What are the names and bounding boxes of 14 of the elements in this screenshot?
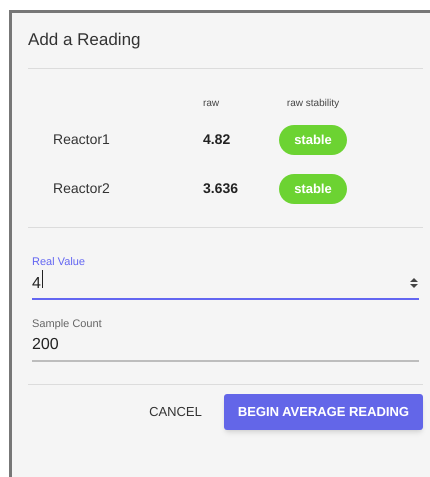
raw-value: 4.82 <box>203 131 230 147</box>
stability-badge: stable <box>279 174 347 204</box>
stability-badge: stable <box>279 124 347 154</box>
reactor-name: Reactor1 <box>53 131 110 147</box>
input-field[interactable]: Sample Count 200 <box>32 316 419 362</box>
input-field[interactable]: Real Value 4 <box>32 254 419 300</box>
dialog-title: Add a Reading <box>28 29 142 51</box>
raw-value: 3.636 <box>203 180 238 196</box>
column-header: raw stability <box>286 96 340 110</box>
column-header: raw <box>202 96 220 110</box>
spinner-icon[interactable] <box>409 277 419 289</box>
reactor-name: Reactor2 <box>53 180 110 196</box>
begin-button[interactable]: BEGIN AVERAGE READING <box>224 394 423 430</box>
cancel-button[interactable]: CANCEL <box>149 394 202 430</box>
